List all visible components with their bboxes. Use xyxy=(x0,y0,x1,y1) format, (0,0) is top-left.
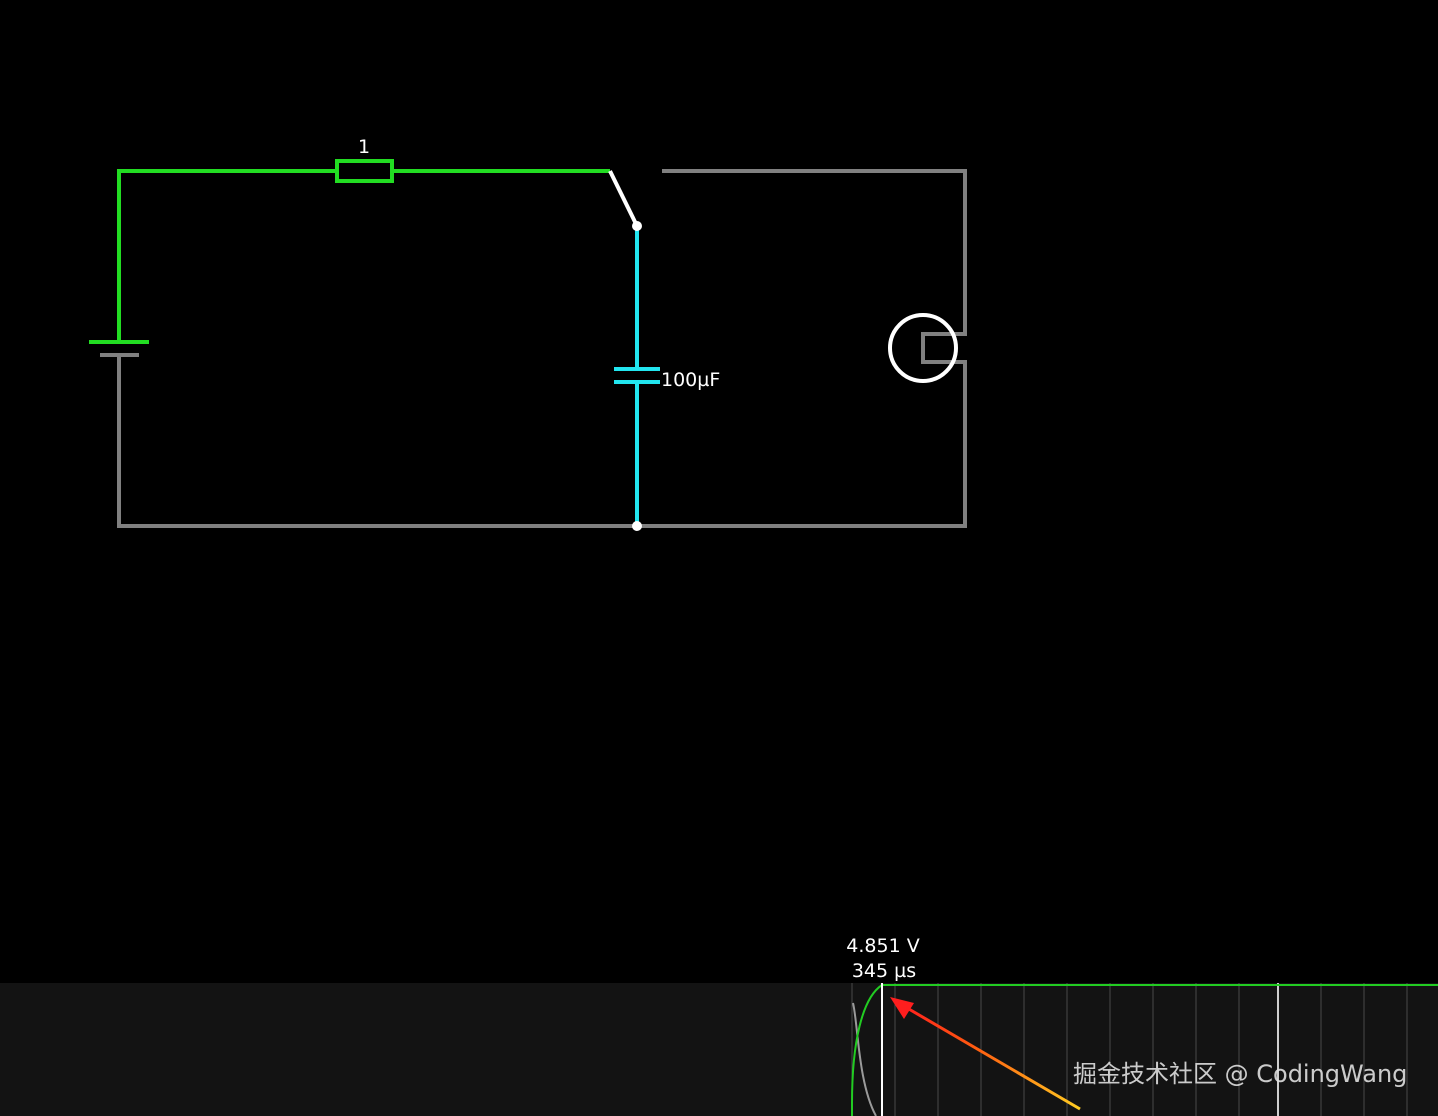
time-readout: 345 µs xyxy=(851,960,917,982)
wire-battery-to-resistor[interactable] xyxy=(117,169,337,342)
scope-plot[interactable] xyxy=(0,983,1438,1116)
wire-battery-to-ground[interactable] xyxy=(117,355,637,528)
scope-grid xyxy=(851,983,1408,1116)
scope-panel[interactable] xyxy=(0,983,1438,1116)
scope-trace-green xyxy=(851,984,1438,1116)
switch-node[interactable] xyxy=(632,221,642,231)
annotation-arrow-head xyxy=(890,997,914,1019)
watermark: 掘金技术社区 @ CodingWang xyxy=(1073,1060,1408,1088)
capacitor-label: 100µF xyxy=(661,369,720,391)
voltage-readout: 4.851 V xyxy=(846,935,920,957)
wire-switch-to-probe[interactable] xyxy=(637,169,967,528)
annotation-arrow-shaft xyxy=(901,1003,1081,1111)
resistor-label: 1 xyxy=(358,136,370,158)
resistor[interactable] xyxy=(335,159,394,183)
scope-trace-gray xyxy=(852,1002,877,1116)
ground-node[interactable] xyxy=(632,521,642,531)
switch-blade[interactable] xyxy=(608,170,639,227)
circuit-schematic[interactable]: 1 100µF xyxy=(0,0,1438,983)
